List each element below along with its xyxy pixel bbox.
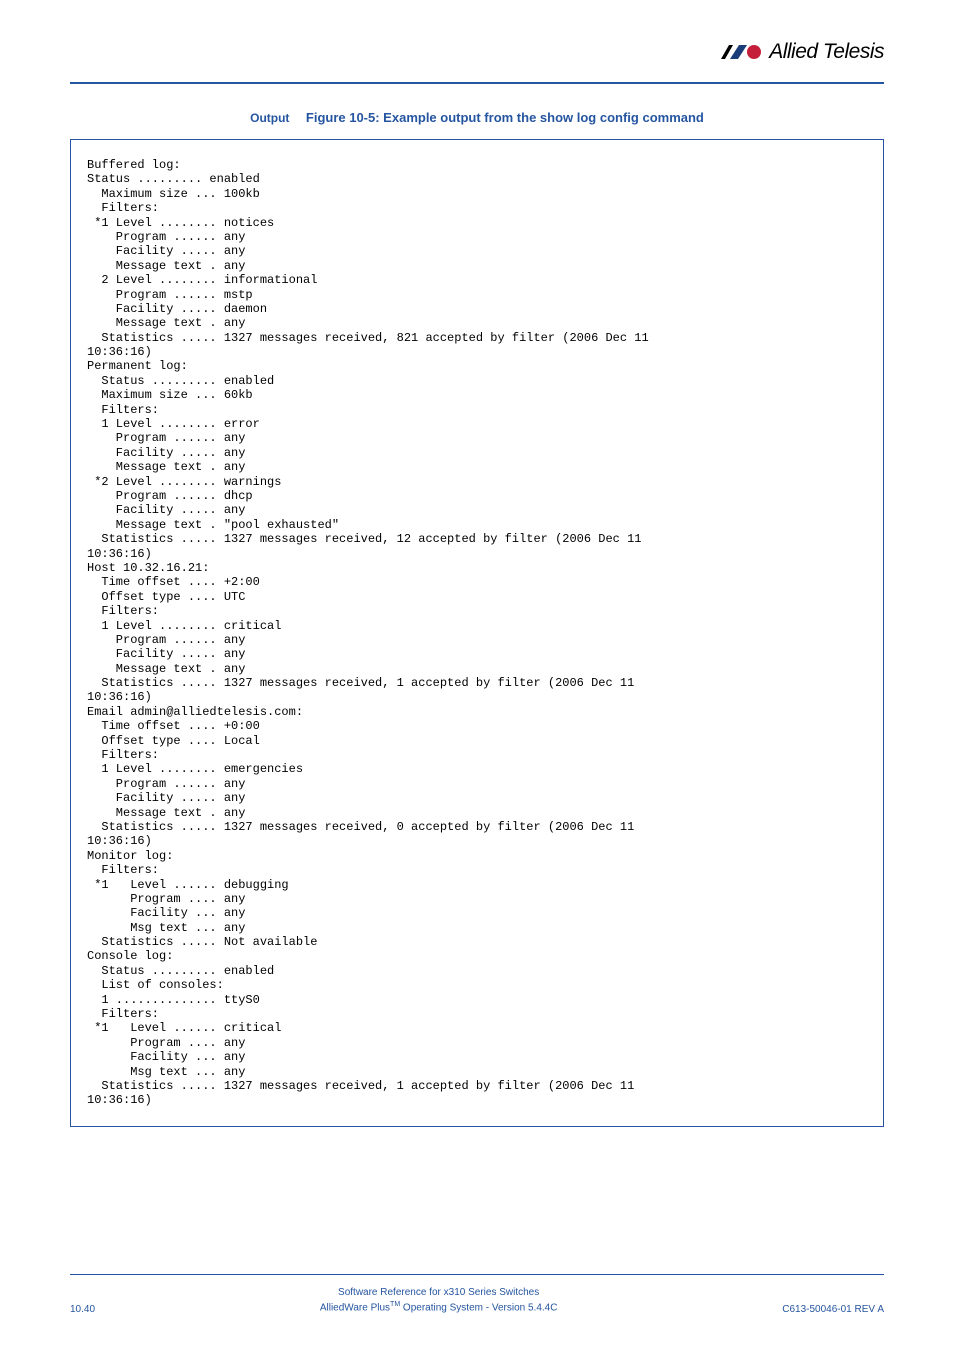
- footer-divider: [70, 1274, 884, 1275]
- output-header: Output Figure 10-5: Example output from …: [70, 109, 884, 127]
- footer-revision: C613-50046-01 REV A: [782, 1304, 884, 1315]
- trademark-symbol: TM: [390, 1301, 400, 1308]
- footer-product-suffix: Operating System - Version 5.4.4C: [400, 1302, 557, 1313]
- logo-mark-icon: [719, 43, 763, 61]
- footer-version-line: AlliedWare PlusTM Operating System - Ver…: [320, 1300, 558, 1315]
- page-footer: 10.40 Software Reference for x310 Series…: [70, 1274, 884, 1315]
- footer-content: 10.40 Software Reference for x310 Series…: [70, 1285, 884, 1315]
- footer-product-prefix: AlliedWare Plus: [320, 1302, 390, 1313]
- page-header: Allied Telesis: [0, 0, 954, 74]
- output-console-box: Buffered log: Status ......... enabled M…: [70, 139, 884, 1127]
- header-divider: [70, 82, 884, 84]
- footer-reference-title: Software Reference for x310 Series Switc…: [320, 1285, 558, 1300]
- output-label: Output: [250, 111, 289, 125]
- footer-center: Software Reference for x310 Series Switc…: [320, 1285, 558, 1315]
- figure-title: Figure 10-5: Example output from the sho…: [306, 110, 704, 125]
- brand-logo: Allied Telesis: [719, 40, 884, 64]
- brand-name: Allied Telesis: [769, 40, 884, 64]
- page-number: 10.40: [70, 1304, 95, 1315]
- output-section: Output Figure 10-5: Example output from …: [70, 109, 884, 1127]
